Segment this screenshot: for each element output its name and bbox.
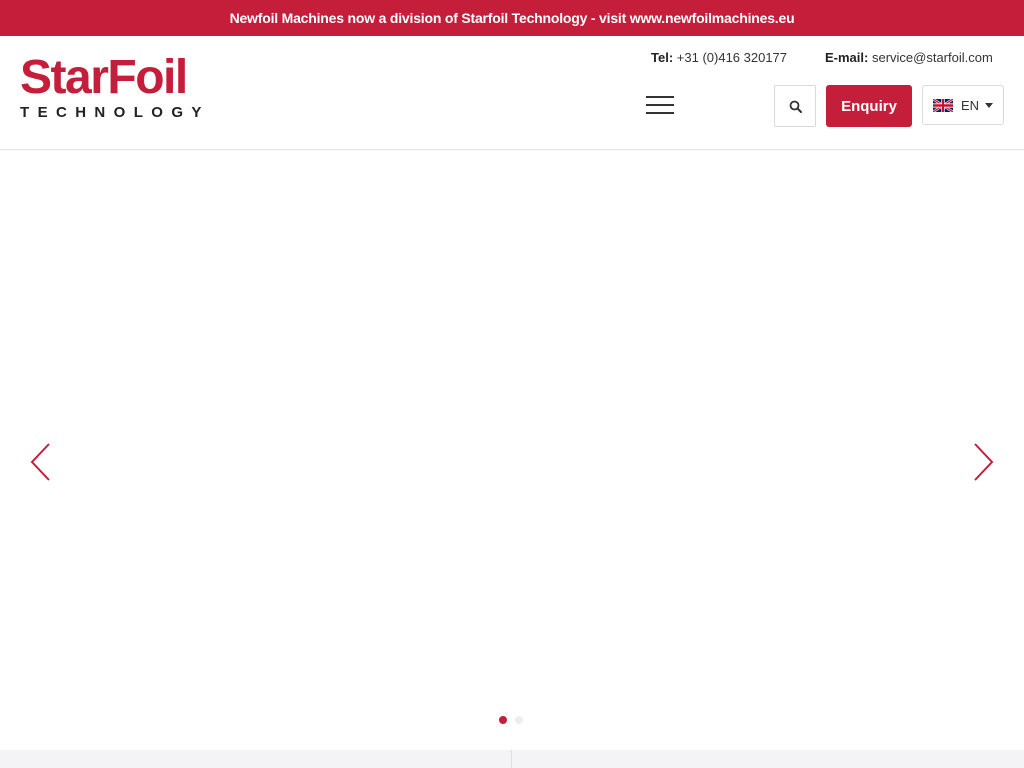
email-value[interactable]: service@starfoil.com [872, 50, 993, 65]
enquiry-button[interactable]: Enquiry [826, 85, 912, 127]
slider-pagination [499, 716, 523, 724]
menu-line [646, 104, 674, 106]
language-selector[interactable]: EN [922, 85, 1004, 125]
logo-tagline: TECHNOLOGY [20, 104, 210, 121]
phone-value[interactable]: +31 (0)416 320177 [677, 50, 787, 65]
uk-flag-icon [933, 98, 953, 112]
starfoil-logo[interactable]: StarFoil TECHNOLOGY [20, 54, 220, 122]
email-label: E-mail: [825, 50, 869, 65]
announcement-banner[interactable]: Newfoil Machines now a division of Starf… [0, 0, 1024, 36]
enquiry-label: Enquiry [841, 97, 897, 115]
contact-phone[interactable]: Tel: +31 (0)416 320177 [651, 50, 787, 65]
announcement-text[interactable]: Newfoil Machines now a division of Starf… [230, 10, 795, 26]
menu-line [646, 96, 674, 98]
logo-wordmark: StarFoil [20, 51, 188, 104]
slider-dot-2[interactable] [515, 716, 523, 724]
search-button[interactable] [774, 85, 816, 127]
contact-email[interactable]: E-mail: service@starfoil.com [825, 50, 993, 65]
hero-slider [0, 151, 1024, 750]
slider-prev-button[interactable] [29, 442, 53, 482]
chevron-left-icon [30, 443, 50, 481]
dropdown-caret-icon [985, 103, 993, 108]
search-icon [789, 100, 802, 113]
chevron-right-icon [974, 443, 994, 481]
section-divider [511, 750, 512, 768]
phone-label: Tel: [651, 50, 674, 65]
language-code: EN [961, 97, 980, 113]
hamburger-menu-icon[interactable] [646, 96, 674, 116]
menu-line [646, 112, 674, 114]
slider-next-button[interactable] [971, 442, 995, 482]
section-strip [0, 750, 1024, 768]
slider-dot-1[interactable] [499, 716, 507, 724]
